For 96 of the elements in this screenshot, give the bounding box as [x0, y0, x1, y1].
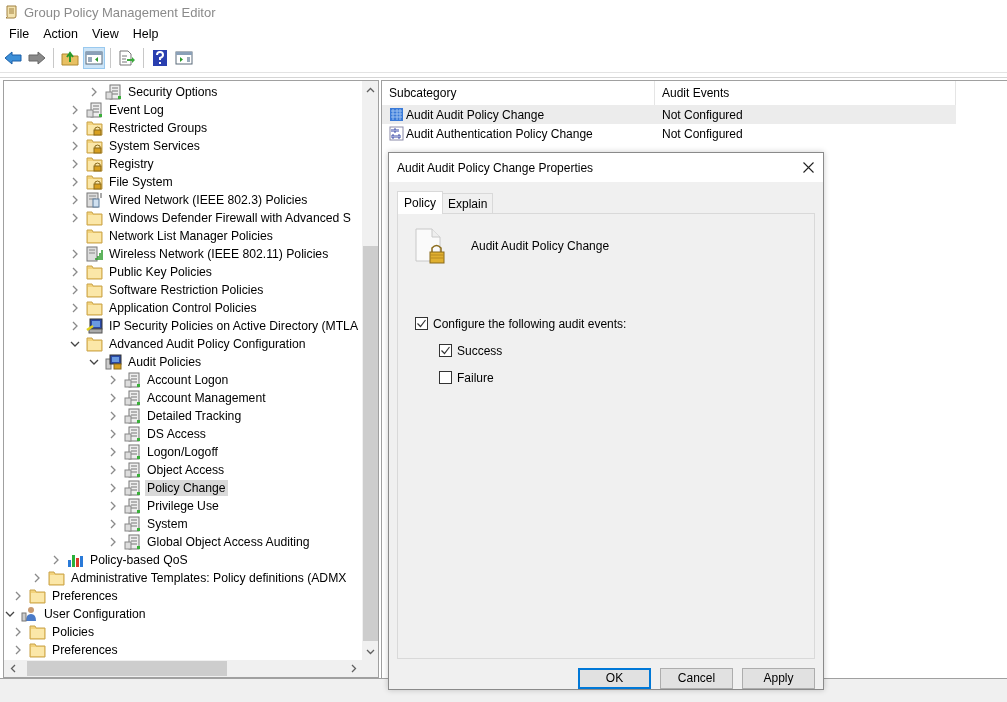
table-cell: Not Configured	[662, 107, 743, 122]
tree-item[interactable]: Policies	[50, 624, 96, 640]
list-row[interactable]: Audit Audit Policy Change Not Configured	[382, 105, 956, 124]
table-cell: Not Configured	[662, 126, 743, 141]
computer-lock-icon	[105, 354, 122, 370]
folder-icon	[48, 570, 65, 586]
tree-item[interactable]: Software Restriction Policies	[107, 282, 266, 298]
checkbox-label[interactable]: Success	[457, 343, 503, 358]
tree-item[interactable]: Privilege Use	[145, 498, 221, 514]
locked-folder-icon	[86, 156, 103, 172]
dialog-button[interactable]: Apply	[742, 668, 815, 689]
tree-item[interactable]: Event Log	[107, 102, 166, 118]
tree-item[interactable]: Public Key Policies	[107, 264, 214, 280]
dialog-button[interactable]: Cancel	[660, 668, 733, 689]
list-row[interactable]: Audit Authentication Policy Change Not Configured	[382, 124, 956, 143]
folder-icon	[86, 300, 103, 316]
tree-item[interactable]: Administrative Templates: Policy definitions (ADMX	[69, 570, 349, 586]
folder-icon	[86, 228, 103, 244]
tree-item[interactable]: Application Control Policies	[107, 300, 259, 316]
folder-icon	[29, 624, 46, 640]
server-document-icon	[124, 426, 141, 442]
bar-chart-icon	[67, 552, 84, 568]
dialog-button[interactable]: OK	[578, 668, 651, 689]
grid-sheet-icon	[389, 107, 404, 122]
locked-folder-icon	[86, 138, 103, 154]
dialog-title: Audit Audit Policy Change Properties	[397, 160, 594, 175]
tree-item[interactable]: File System	[107, 174, 175, 190]
tab[interactable]: Policy	[397, 191, 443, 214]
tree-item[interactable]: Global Object Access Auditing	[145, 534, 312, 550]
table-cell: Audit Authentication Policy Change	[406, 126, 593, 141]
checkbox[interactable]	[415, 317, 428, 330]
folder-icon	[86, 336, 103, 352]
tree-item[interactable]: User Configuration	[42, 606, 148, 622]
menu-item[interactable]: File	[2, 25, 37, 43]
tree-item[interactable]: Network List Manager Policies	[107, 228, 275, 244]
checkbox-label[interactable]: Failure	[457, 370, 494, 385]
menu-item[interactable]: Action	[36, 25, 85, 43]
tree-item[interactable]: Detailed Tracking	[145, 408, 244, 424]
server-document-icon	[124, 534, 141, 550]
tree-item[interactable]: Object Access	[145, 462, 227, 478]
scroll-icon	[4, 5, 18, 19]
locked-folder-icon	[86, 120, 103, 136]
tree-item[interactable]: Security Options	[126, 84, 220, 100]
tree-item[interactable]: Registry	[107, 156, 156, 172]
scrollbar-thumb[interactable]	[363, 246, 378, 641]
tree-item[interactable]: DS Access	[145, 426, 208, 442]
menu-item[interactable]: Help	[125, 25, 166, 43]
folder-icon	[29, 642, 46, 658]
tree-item[interactable]: Account Management	[145, 390, 268, 406]
server-document-icon	[124, 498, 141, 514]
locked-document-icon	[415, 228, 445, 264]
tree-item[interactable]: Policy Change	[145, 480, 228, 496]
server-document-icon	[105, 84, 122, 100]
tree-item[interactable]: IP Security Policies on Active Directory (MTLA	[107, 318, 361, 334]
tree-item[interactable]: Audit Policies	[126, 354, 204, 370]
checkbox-label[interactable]: Configure the following audit events:	[433, 316, 627, 331]
tree-item[interactable]: Advanced Audit Policy Configuration	[107, 336, 308, 352]
folder-icon	[29, 588, 46, 604]
server-document-icon	[124, 408, 141, 424]
tree-item[interactable]: Logon/Logoff	[145, 444, 220, 460]
tree-item[interactable]: Policy-based QoS	[88, 552, 190, 568]
menu-item[interactable]: View	[84, 25, 126, 43]
tree-item[interactable]: Restricted Groups	[107, 120, 210, 136]
scrollbar-thumb[interactable]	[27, 661, 227, 676]
binary-file-icon	[389, 126, 404, 141]
folder-icon	[86, 264, 103, 280]
checkbox[interactable]	[439, 344, 452, 357]
server-document-icon	[124, 444, 141, 460]
export-list-button[interactable]	[116, 47, 138, 69]
folder-icon	[86, 210, 103, 226]
tree-item[interactable]: Preferences	[50, 642, 120, 658]
server-document-icon	[124, 462, 141, 478]
tree-item[interactable]: Wired Network (IEEE 802.3) Policies	[107, 192, 310, 208]
locked-folder-icon	[86, 174, 103, 190]
window-title: Group Policy Management Editor	[24, 4, 216, 20]
show-tree-button[interactable]	[83, 47, 105, 69]
tab[interactable]: Explain	[442, 193, 494, 213]
server-document-icon	[124, 372, 141, 388]
tree-item[interactable]: Windows Defender Firewall with Advanced S	[107, 210, 353, 226]
folder-icon	[86, 282, 103, 298]
computer-key-icon	[86, 318, 103, 334]
tree-item[interactable]: System	[145, 516, 190, 532]
tree-item[interactable]: System Services	[107, 138, 202, 154]
checkbox[interactable]	[439, 371, 452, 384]
table-cell: Audit Audit Policy Change	[406, 107, 545, 122]
signal-document-icon	[86, 246, 103, 262]
tree-item[interactable]: Account Logon	[145, 372, 231, 388]
user-icon	[21, 606, 38, 622]
policy-name: Audit Audit Policy Change	[471, 239, 610, 253]
server-document-icon	[124, 480, 141, 496]
server-document-icon	[124, 390, 141, 406]
server-document-icon	[86, 102, 103, 118]
network-document-icon	[86, 192, 103, 208]
tree-item[interactable]: Wireless Network (IEEE 802.11) Policies	[107, 246, 331, 262]
server-document-icon	[124, 516, 141, 532]
tree-item[interactable]: Preferences	[50, 588, 120, 604]
